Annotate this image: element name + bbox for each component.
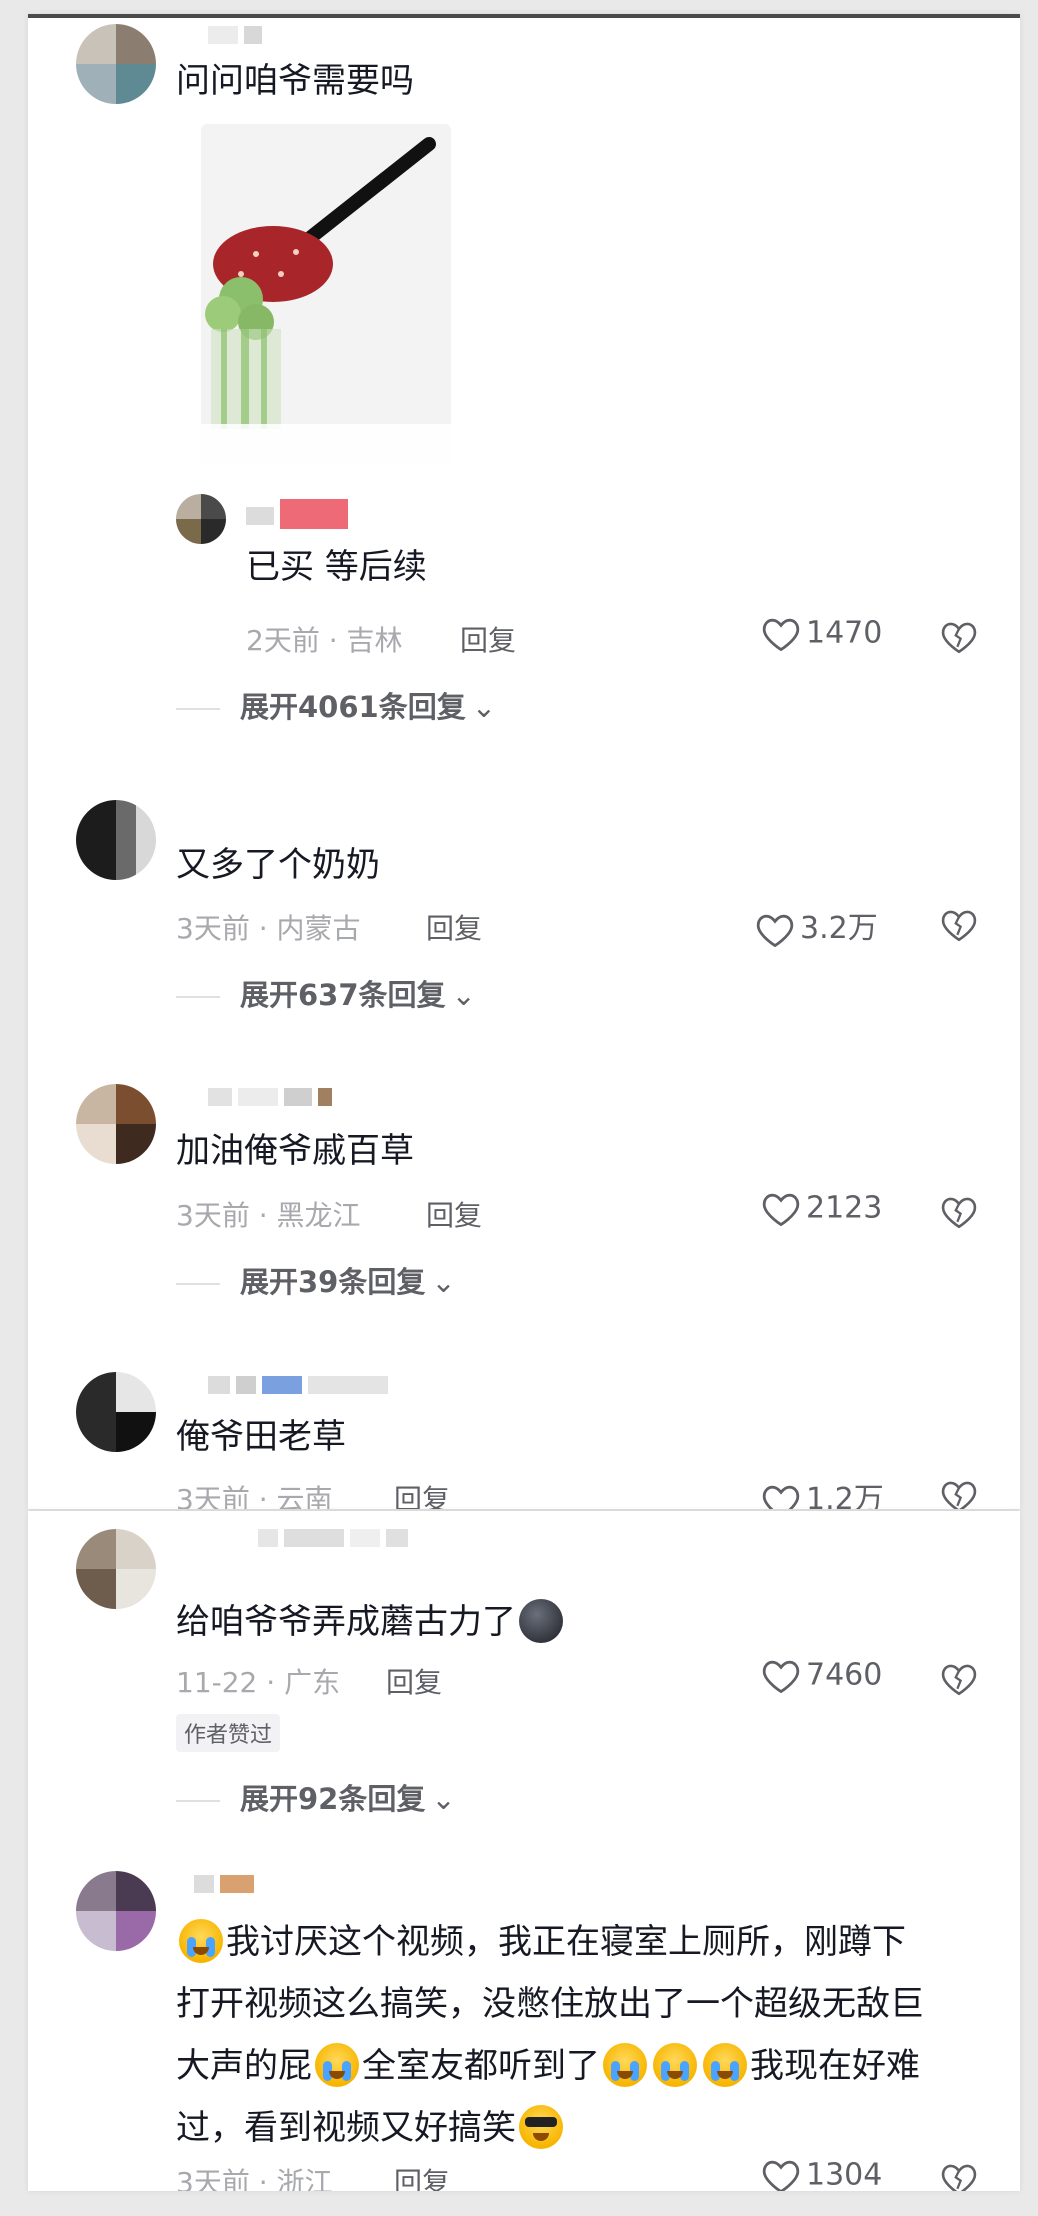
expand-replies-button[interactable]: 展开39条回复 ⌄: [176, 1259, 456, 1301]
comment-text: 又多了个奶奶: [176, 845, 380, 885]
avatar[interactable]: [76, 1372, 156, 1452]
reply-meta: 2天前 · 吉林: [246, 624, 403, 657]
username-blurred[interactable]: [208, 1376, 394, 1394]
chevron-down-icon: ⌄: [451, 978, 476, 1012]
loudly-crying-emoji: [603, 2042, 647, 2087]
like-count: 7460: [806, 1657, 883, 1693]
loudly-crying-emoji: [703, 2042, 747, 2087]
loudly-crying-emoji: [315, 2042, 359, 2087]
expand-label: 展开4061条回复: [240, 690, 466, 724]
comment-text: 我讨厌这个视频，我正在寝室上厕所，刚蹲下 打开视频这么搞笑，没憋住放出了一个超级…: [176, 1911, 976, 2159]
comment-text: 给咱爷爷弄成蘑古力了: [176, 1598, 566, 1646]
comment-text: 问问咱爷需要吗: [176, 61, 414, 101]
username-blurred[interactable]: [208, 1088, 338, 1106]
author-liked-badge: 作者赞过: [176, 1714, 281, 1752]
comment-meta: 11-22 · 广东: [176, 1666, 341, 1699]
sunglasses-emoji: [519, 2104, 563, 2149]
username-blurred[interactable]: [208, 26, 268, 44]
broken-heart-icon: [941, 1481, 977, 1509]
like-count: 1.2万: [806, 1482, 884, 1509]
heart-outline-icon: [762, 618, 800, 652]
reply-avatar[interactable]: [176, 494, 226, 544]
dislike-button[interactable]: [939, 907, 979, 947]
comment-meta: 3天前 · 浙江: [176, 2166, 333, 2191]
comment-meta: 3天前 · 内蒙古: [176, 912, 361, 945]
loudly-crying-emoji: [653, 2042, 697, 2087]
expand-replies-button[interactable]: 展开92条回复 ⌄: [176, 1776, 456, 1818]
broken-heart-icon: [941, 622, 977, 654]
expand-label: 展开39条回复: [240, 1265, 426, 1299]
like-count: 3.2万: [800, 911, 878, 946]
dislike-button[interactable]: [939, 1661, 979, 1701]
comment-line: 我讨厌这个视频，我正在寝室上厕所，刚蹲下: [176, 1911, 976, 1973]
heart-outline-icon: [762, 1193, 800, 1227]
chevron-down-icon: ⌄: [431, 1782, 456, 1816]
avatar[interactable]: [76, 24, 156, 104]
comment-text: 俺爷田老草: [176, 1417, 346, 1457]
expand-replies-button[interactable]: 展开637条回复 ⌄: [176, 972, 476, 1014]
reply-button[interactable]: 回复: [394, 2161, 450, 2191]
top-divider: [28, 14, 1020, 18]
comment-line-4: 过，看到视频又好搞笑: [176, 2108, 516, 2148]
avatar[interactable]: [76, 800, 156, 880]
expand-label: 展开92条回复: [240, 1782, 426, 1816]
loudly-crying-emoji: [179, 1918, 223, 1963]
comment-line: 过，看到视频又好搞笑: [176, 2097, 976, 2159]
dislike-button[interactable]: [939, 619, 979, 659]
like-button[interactable]: 1304: [760, 2157, 882, 2191]
reply-text: 已买 等后续: [246, 547, 427, 587]
comment-meta: 3天前 · 云南: [176, 1483, 333, 1509]
username-blurred[interactable]: [258, 1529, 414, 1547]
broken-heart-icon: [941, 2164, 977, 2191]
comment-line-3b: 全室友都听到了: [362, 2046, 600, 2086]
comment-line-2: 打开视频这么搞笑，没憋住放出了一个超级无敌巨: [176, 1984, 924, 2024]
broken-heart-icon: [941, 1197, 977, 1229]
chevron-down-icon: ⌄: [431, 1265, 456, 1299]
like-button[interactable]: 7460: [760, 1657, 882, 1695]
reply-button[interactable]: 回复: [460, 619, 516, 659]
dislike-button[interactable]: [939, 1194, 979, 1234]
like-button[interactable]: 1.2万: [760, 1474, 884, 1509]
comment-text-content: 给咱爷爷弄成蘑古力了: [176, 1602, 516, 1642]
reply-button[interactable]: 回复: [394, 1478, 450, 1509]
dark-ball-emoji: [519, 1598, 563, 1643]
heart-outline-icon: [756, 914, 794, 947]
broken-heart-icon: [941, 910, 977, 942]
heart-outline-icon: [762, 1485, 800, 1509]
broken-heart-icon: [941, 1664, 977, 1696]
reply-button[interactable]: 回复: [386, 1661, 442, 1701]
heart-outline-icon: [762, 2160, 800, 2191]
comment-line-3c: 我现在好难: [750, 2046, 920, 2086]
like-button[interactable]: 2123: [760, 1190, 882, 1228]
comment-panel-top: 问问咱爷需要吗 已买 等后续 2天前 · 吉林 回复 1470 展开4061条回…: [28, 14, 1020, 1509]
reply-button[interactable]: 回复: [426, 907, 482, 947]
like-count: 2123: [806, 1190, 883, 1226]
comment-line-1: 我讨厌这个视频，我正在寝室上厕所，刚蹲下: [226, 1922, 906, 1962]
like-button[interactable]: 3.2万: [754, 903, 878, 949]
chevron-down-icon: ⌄: [471, 690, 497, 724]
avatar[interactable]: [76, 1084, 156, 1164]
reply-button[interactable]: 回复: [426, 1194, 482, 1234]
comment-line: 大声的屁 全室友都听到了 我现在好难: [176, 2035, 976, 2097]
reply-username-blurred[interactable]: [246, 499, 354, 529]
like-count: 1304: [806, 2157, 883, 2192]
expand-label: 展开637条回复: [240, 978, 446, 1012]
dislike-button[interactable]: [939, 2161, 979, 2191]
like-button[interactable]: 1470: [760, 615, 882, 653]
comment-meta: 3天前 · 黑龙江: [176, 1199, 361, 1232]
comment-panel-bottom: 给咱爷爷弄成蘑古力了 11-22 · 广东 回复 7460 作者赞过 展开92条…: [28, 1511, 1020, 2191]
username-blurred[interactable]: [194, 1875, 260, 1893]
like-count: 1470: [806, 615, 883, 651]
avatar[interactable]: [76, 1871, 156, 1951]
dislike-button[interactable]: [939, 1478, 979, 1509]
comment-sticker-image[interactable]: [201, 124, 451, 464]
avatar[interactable]: [76, 1529, 156, 1609]
comment-line-3a: 大声的屁: [176, 2046, 312, 2086]
heart-outline-icon: [762, 1660, 800, 1694]
comment-text: 加油俺爷戚百草: [176, 1131, 414, 1171]
hairpin-sticker: [201, 137, 451, 464]
expand-replies-button[interactable]: 展开4061条回复 ⌄: [176, 684, 496, 726]
